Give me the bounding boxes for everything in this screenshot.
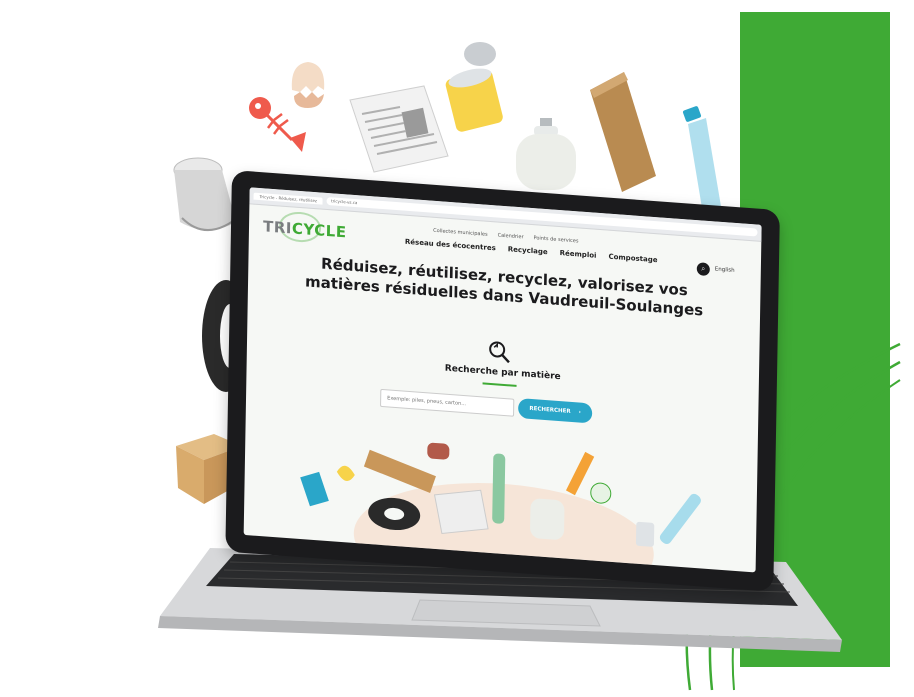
search-button[interactable]: RECHERCHER › bbox=[517, 398, 593, 424]
browser-tab[interactable]: Tricycle - Réduisez, réutilisez bbox=[253, 192, 324, 205]
newspaper-icon bbox=[349, 85, 449, 173]
top-link-collectes[interactable]: Collectes municipales bbox=[433, 228, 488, 238]
laptop-screen-frame: Tricycle - Réduisez, réutilisez tricycle… bbox=[225, 170, 780, 592]
material-search-input[interactable] bbox=[380, 388, 515, 417]
egg-shell-icon bbox=[291, 62, 325, 108]
main-nav: Réseau des écocentres Recyclage Réemploi… bbox=[405, 238, 658, 265]
logo-tri-text: TRI bbox=[262, 217, 293, 238]
search-button-label: RECHERCHER bbox=[529, 405, 571, 415]
nav-compostage[interactable]: Compostage bbox=[608, 253, 657, 265]
wood-plank-icon bbox=[590, 72, 656, 192]
search-icon[interactable]: ⌕ bbox=[696, 262, 710, 277]
language-switch[interactable]: English bbox=[715, 266, 735, 273]
tricycle-logo[interactable]: TRICYCLE bbox=[263, 217, 347, 241]
nav-recyclage[interactable]: Recyclage bbox=[508, 245, 548, 256]
top-link-calendrier[interactable]: Calendrier bbox=[498, 232, 524, 240]
waste-materials-illustration bbox=[300, 442, 701, 573]
propane-tank-icon bbox=[516, 118, 576, 190]
nav-ecocentres[interactable]: Réseau des écocentres bbox=[405, 238, 496, 253]
arrow-right-icon: › bbox=[578, 409, 581, 416]
nav-reemploi[interactable]: Réemploi bbox=[560, 249, 597, 260]
recycle-magnifier-icon bbox=[489, 341, 510, 364]
top-link-points[interactable]: Points de services bbox=[533, 235, 578, 244]
heading-underline bbox=[482, 382, 517, 387]
website-screen: Tricycle - Réduisez, réutilisez tricycle… bbox=[243, 187, 762, 573]
